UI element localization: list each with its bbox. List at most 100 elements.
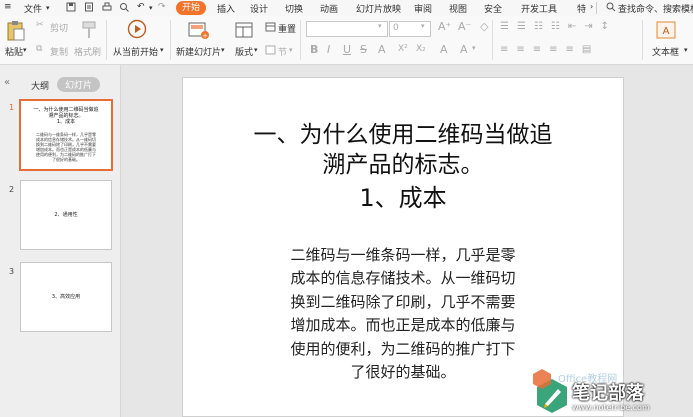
slide-thumbnail-2[interactable]: 2、通用性 [20,180,112,250]
svg-text:A: A [663,26,670,37]
paste-icon[interactable] [6,20,26,42]
copy-button[interactable]: 复制 [50,45,68,58]
cut-button[interactable]: 剪切 [50,21,68,34]
slide-title-line[interactable]: 一、为什么使用二维码当做追 [203,121,603,150]
format-painter-icon[interactable] [80,20,98,40]
chevron-down-icon[interactable]: ▾ [23,46,27,54]
tab-view[interactable]: 视图 [449,2,467,15]
tab-security[interactable]: 安全 [484,2,502,15]
slide-editor[interactable]: 一、为什么使用二维码当做追 溯产品的标志。 1、成本 二维码与一维条码一样，几乎… [182,77,624,417]
chevron-down-icon[interactable]: ▾ [160,46,164,54]
shadow-button[interactable]: A [378,43,386,56]
slide-number: 1 [9,103,15,112]
tab-insert[interactable]: 插入 [217,2,235,15]
play-icon[interactable] [127,19,147,39]
search-icon[interactable] [606,2,616,12]
tab-special[interactable]: 特 [577,2,586,15]
slide-subtitle[interactable]: 1、成本 [203,184,603,213]
slide-number: 2 [9,185,15,194]
superscript-button[interactable]: X² [398,44,408,54]
chevron-down-icon[interactable]: ▾ [221,46,225,54]
chevron-down-icon[interactable]: ▾ [472,44,476,52]
undo-icon[interactable]: ↶ [137,2,145,12]
bold-button[interactable]: B [310,43,318,56]
paste-button[interactable]: 粘贴 [5,45,23,58]
menu-file[interactable]: 文件 [24,2,42,15]
tab-outline[interactable]: 大纲 [31,79,49,92]
scissors-icon[interactable]: ✂ [36,20,44,30]
tab-home[interactable]: 开始 [176,1,206,15]
slide-title-line[interactable]: 溯产品的标志。 [203,151,603,180]
shrink-font-icon[interactable]: A⁻ [458,20,471,33]
thumbnail-title: 2、通用性 [54,212,78,218]
clear-format-icon[interactable]: ◇ [480,20,488,33]
thumbnail-title: 3、高效应用 [51,294,81,300]
italic-button[interactable]: I [327,43,330,56]
save-icon[interactable] [66,2,76,12]
list-icons[interactable]: ☰☰☷☷⇤⇥↕ [500,21,617,32]
section-button[interactable]: 节 [278,45,287,58]
tab-design[interactable]: 设计 [250,2,268,15]
slide-thumbnail-1[interactable]: 一、为什么使用二维码当做追 溯产品的标志。 1、成本 二维码与一维条码一样，几乎… [19,99,113,171]
highlight-button[interactable]: A [460,43,468,56]
chevron-right-icon[interactable]: › [590,2,593,11]
slides-panel: « 大纲 幻灯片 1 一、为什么使用二维码当做追 溯产品的标志。 1、成本 二维… [0,65,121,417]
textbox-button[interactable]: 文本框 [652,45,679,58]
font-name-select[interactable] [306,21,388,37]
svg-text:+: + [202,32,208,40]
chevron-down-icon[interactable]: ▾ [684,46,688,54]
chevron-down-icon[interactable]: ▾ [254,46,258,54]
preview-icon[interactable] [119,2,129,12]
slide-body-line[interactable]: 了很好的基础。 [253,361,553,385]
divider [170,20,171,60]
subscript-button[interactable]: X₂ [416,44,426,54]
slide-body-line[interactable]: 换到二维码除了印刷，几乎不需要 [253,291,553,315]
print-icon[interactable] [102,2,112,12]
divider [642,20,643,60]
hamburger-icon[interactable]: ≡ [4,2,12,12]
format-painter-button[interactable]: 格式刷 [74,45,101,58]
new-slide-button[interactable]: 新建幻灯片 [176,45,221,58]
slide-body-line[interactable]: 成本的信息存储技术。从一维码切 [253,267,553,291]
font-color-button[interactable]: A [440,43,448,56]
export-icon[interactable] [84,2,94,12]
slide-body-line[interactable]: 增加成本。而也正是成本的低廉与 [253,314,553,338]
ribbon-toolbar: 粘贴 ▾ ✂ 剪切 ⧉ 复制 格式刷 从当前开始 ▾ + 新建幻灯片 ▾ 版式 … [0,16,693,65]
chevron-down-icon[interactable]: ▾ [378,22,382,30]
tab-slides[interactable]: 幻灯片 [57,77,101,92]
tab-slideshow[interactable]: 幻灯片放映 [356,2,401,15]
chevron-down-icon[interactable]: ▾ [289,46,293,54]
search-input[interactable]: 查找命令、搜索模板 [618,2,693,15]
slide-number: 3 [9,267,15,276]
tab-transitions[interactable]: 切换 [285,2,303,15]
strikethrough-button[interactable]: S [360,43,367,56]
grow-font-icon[interactable]: A⁺ [438,20,451,33]
section-icon[interactable] [265,45,276,55]
chevron-down-icon[interactable]: ▾ [149,4,153,12]
tab-developer[interactable]: 开发工具 [521,2,557,15]
watermark: Office教程网 笔记部落 www.notetribe.com [532,368,693,417]
align-icons[interactable]: ≡≡≡≡≡▤ [500,44,599,55]
watermark-url: www.notetribe.com [572,403,650,412]
thumbnail-body: 二维码与一维条码一样，几乎是零 成本的信息存储技术。从一维码切 换到二维码除了印… [36,132,96,162]
tab-review[interactable]: 审阅 [414,2,432,15]
menu-bar: ≡ 文件 ▾ ↶ ▾ ↷ 开始 插入 设计 切换 动画 幻灯片放映 审阅 视图 … [0,0,693,16]
collapse-panel-icon[interactable]: « [4,77,10,88]
layout-button[interactable]: 版式 [235,45,253,58]
underline-button[interactable]: U [343,43,351,56]
slide-body-line[interactable]: 二维码与一维条码一样，几乎是零 [253,244,553,268]
reset-icon[interactable] [265,22,276,32]
chevron-down-icon[interactable]: ▾ [46,4,50,12]
reset-button[interactable]: 重置 [278,22,296,35]
play-from-current-button[interactable]: 从当前开始 [113,45,158,58]
slide-body-line[interactable]: 使用的便利，为二维码的推广打下 [253,338,553,362]
slide-thumbnail-3[interactable]: 3、高效应用 [20,262,112,332]
chevron-down-icon[interactable]: ▾ [421,22,425,30]
font-size-value: 0 [393,23,399,33]
copy-icon[interactable]: ⧉ [36,44,42,54]
layout-icon[interactable] [235,22,253,38]
new-slide-icon[interactable]: + [188,20,210,40]
tab-animations[interactable]: 动画 [320,2,338,15]
redo-icon[interactable]: ↷ [158,2,166,12]
textbox-icon[interactable]: A [656,21,676,39]
